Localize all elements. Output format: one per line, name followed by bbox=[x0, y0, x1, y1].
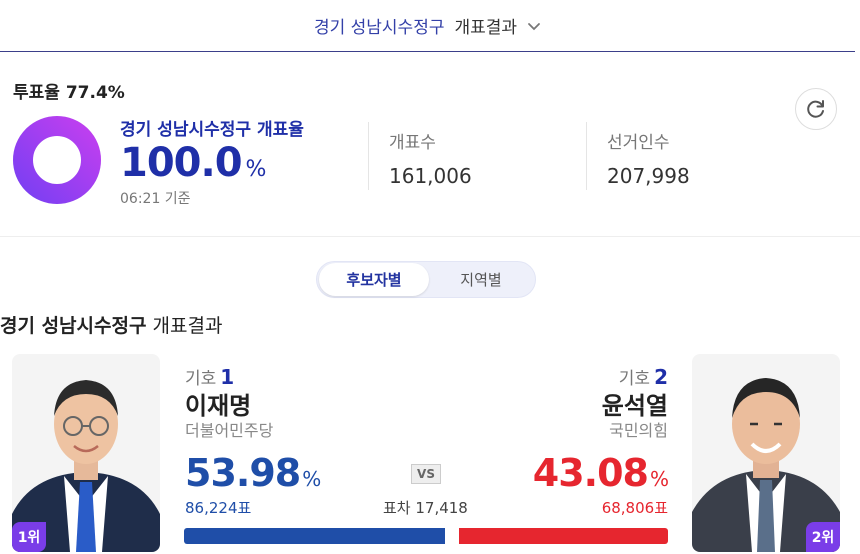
candidate-percent-value: 53.98 bbox=[185, 451, 301, 495]
candidate-1-percent: 53.98% bbox=[185, 451, 321, 495]
candidate-1-photo: 1위 bbox=[12, 354, 160, 552]
candidate-2-name: 윤석열 bbox=[601, 392, 668, 420]
candidate-2-votes: 68,806표 bbox=[601, 499, 668, 517]
rank-badge: 1위 bbox=[12, 522, 46, 552]
candidate-1-party: 더불어민주당 bbox=[185, 421, 274, 440]
counted-value: 161,006 bbox=[389, 164, 472, 188]
rank-badge: 2위 bbox=[806, 522, 840, 552]
vote-share-bar bbox=[184, 528, 668, 544]
chevron-down-icon bbox=[528, 22, 540, 30]
section-title: 경기 성남시수정구 개표결과 bbox=[0, 311, 222, 338]
count-rate-value: 100.0% bbox=[120, 140, 267, 186]
region-selector[interactable]: 경기 성남시수정구 개표결과 bbox=[314, 13, 541, 38]
region-selector-region: 경기 성남시수정구 bbox=[313, 18, 445, 38]
candidate-1-share-bar bbox=[184, 528, 446, 544]
divider bbox=[586, 122, 587, 190]
candidate-2-percent: 43.08% bbox=[532, 451, 669, 495]
count-rate-time: 06:21 기준 bbox=[120, 191, 191, 207]
count-rate-donut bbox=[13, 116, 101, 204]
candidate-percent-value: 43.08 bbox=[532, 451, 649, 495]
candidate-2-party: 국민의힘 bbox=[609, 421, 668, 440]
candidate-percent-unit: % bbox=[649, 467, 669, 491]
refresh-icon bbox=[807, 100, 824, 118]
refresh-button[interactable] bbox=[795, 88, 837, 130]
candidate-1-votes: 86,224표 bbox=[185, 499, 252, 517]
candidate-2-share-bar bbox=[459, 528, 668, 544]
view-tabs: 후보자별 지역별 bbox=[316, 261, 536, 298]
electors-label: 선거인수 bbox=[607, 133, 670, 153]
section-title-suffix: 개표결과 bbox=[152, 315, 223, 337]
count-rate-unit: % bbox=[245, 157, 267, 182]
tab-by-region[interactable]: 지역별 bbox=[429, 263, 533, 296]
tab-by-candidate[interactable]: 후보자별 bbox=[319, 263, 429, 296]
turnout: 투표율 77.4% bbox=[13, 78, 125, 103]
counted-label: 개표수 bbox=[389, 133, 436, 153]
divider bbox=[368, 122, 369, 190]
vote-gap: 표차 17,418 bbox=[383, 499, 468, 517]
candidate-2-photo: 2위 bbox=[692, 354, 840, 552]
electors-value: 207,998 bbox=[607, 164, 690, 188]
section-divider bbox=[0, 236, 860, 237]
count-rate-label: 경기 성남시수정구 개표율 bbox=[120, 120, 304, 140]
region-selector-suffix: 개표결과 bbox=[454, 18, 518, 38]
region-header-bar: 경기 성남시수정구 개표결과 bbox=[0, 0, 855, 52]
candidate-percent-unit: % bbox=[302, 467, 321, 491]
undecided-share-bar bbox=[445, 528, 460, 544]
turnout-value: 77.4% bbox=[65, 83, 125, 103]
count-rate-number: 100.0 bbox=[120, 140, 243, 186]
candidate-1-name: 이재명 bbox=[185, 392, 252, 420]
vs-badge: VS bbox=[411, 464, 441, 484]
count-rate-arc bbox=[13, 116, 101, 204]
section-title-region: 경기 성남시수정구 bbox=[0, 315, 147, 337]
turnout-label: 투표율 bbox=[13, 83, 60, 103]
